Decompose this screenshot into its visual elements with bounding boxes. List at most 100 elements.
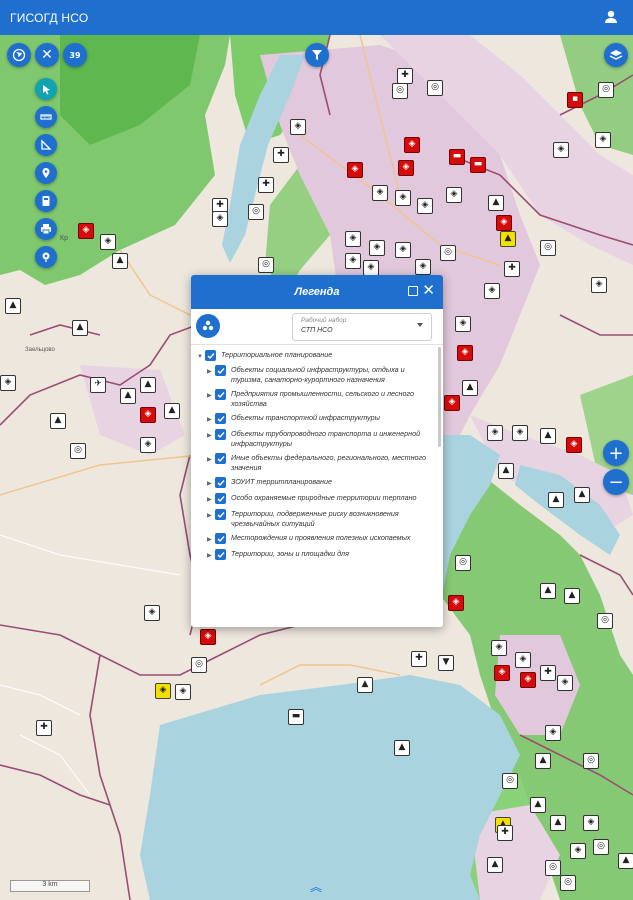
print-tool[interactable] <box>35 218 57 240</box>
chevron-right-icon[interactable]: ▶ <box>207 479 215 489</box>
map-marker[interactable]: ◎ <box>598 82 614 98</box>
tree-item[interactable]: ▶ ЗОУИТ территпланирование <box>197 477 443 489</box>
map-marker[interactable]: ◈ <box>512 425 528 441</box>
map-marker[interactable]: ▲ <box>535 753 551 769</box>
map-marker[interactable]: ◈ <box>491 640 507 656</box>
checkbox-checked[interactable] <box>215 493 226 504</box>
map-marker[interactable]: ▲ <box>120 388 136 404</box>
measure-area-tool[interactable] <box>35 134 57 156</box>
map-marker[interactable]: ◈ <box>144 605 160 621</box>
map-marker[interactable]: ◈ <box>290 119 306 135</box>
tree-root[interactable]: ▼ Территориальное планирование <box>197 350 443 365</box>
map-marker[interactable]: ◈ <box>363 260 379 276</box>
map-marker[interactable]: ◎ <box>540 240 556 256</box>
map-marker[interactable]: ◎ <box>427 80 443 96</box>
chevron-right-icon[interactable]: ▶ <box>207 415 215 425</box>
map-marker[interactable]: ▲ <box>357 677 373 693</box>
tree-item[interactable]: ▶ Особо охраняемые природные территории … <box>197 493 443 505</box>
map-marker[interactable]: ◎ <box>191 657 207 673</box>
map-marker[interactable]: ▲ <box>394 740 410 756</box>
map-marker[interactable]: ✚ <box>411 651 427 667</box>
close-tools-button[interactable]: ✕ <box>35 43 59 67</box>
map-marker[interactable]: ◎ <box>392 83 408 99</box>
map-marker[interactable]: ◈ <box>496 215 512 231</box>
tree-item[interactable]: ▶ Объекты социальной инфраструктуры, отд… <box>197 365 443 385</box>
map-marker[interactable]: ◈ <box>515 652 531 668</box>
map-marker[interactable]: ✚ <box>36 720 52 736</box>
map-marker[interactable]: ◈ <box>484 283 500 299</box>
map-marker[interactable]: ◈ <box>557 675 573 691</box>
map-marker[interactable]: ▲ <box>530 797 546 813</box>
map-marker[interactable]: ◈ <box>398 160 414 176</box>
chevron-right-icon[interactable]: ▶ <box>207 511 215 521</box>
chevron-right-icon[interactable]: ▶ <box>207 431 215 441</box>
map-marker[interactable]: ◈ <box>155 683 171 699</box>
map-marker[interactable]: ◈ <box>345 253 361 269</box>
geolocation-tool[interactable] <box>35 246 57 268</box>
save-tool[interactable] <box>35 190 57 212</box>
map-marker[interactable]: ◎ <box>593 839 609 855</box>
map-marker[interactable]: ◈ <box>0 375 16 391</box>
checkbox-checked[interactable] <box>215 533 226 544</box>
map-marker[interactable]: ▬ <box>470 157 486 173</box>
map-marker[interactable]: ◈ <box>417 198 433 214</box>
legend-scrollbar[interactable] <box>438 347 441 447</box>
map-marker[interactable]: ▲ <box>5 298 21 314</box>
map-marker[interactable]: ▲ <box>540 428 556 444</box>
zoom-out-button[interactable]: − <box>603 469 629 495</box>
map-marker[interactable]: ▲ <box>540 583 556 599</box>
map-marker[interactable]: ◈ <box>175 684 191 700</box>
tree-item[interactable]: ▶ Объекты транспортной инфраструктуры <box>197 413 443 425</box>
map-marker[interactable]: ◈ <box>455 316 471 332</box>
layers-count-button[interactable]: 39 <box>63 43 87 67</box>
tree-item[interactable]: ▶ Иные объекты федерального, регионально… <box>197 453 443 473</box>
checkbox-checked[interactable] <box>215 365 226 376</box>
map-marker[interactable]: ◈ <box>494 665 510 681</box>
map-marker[interactable]: ◈ <box>457 345 473 361</box>
checkbox-checked[interactable] <box>215 549 226 560</box>
map-marker[interactable]: ◎ <box>455 555 471 571</box>
map-marker[interactable]: ◈ <box>487 425 503 441</box>
checkbox-checked[interactable] <box>205 350 216 361</box>
map-marker[interactable]: ▬ <box>288 709 304 725</box>
map-marker[interactable]: ◈ <box>583 815 599 831</box>
map-marker[interactable]: ✚ <box>258 177 274 193</box>
chevron-right-icon[interactable]: ▶ <box>207 551 215 561</box>
map-marker[interactable]: ◈ <box>553 142 569 158</box>
map-marker[interactable]: ▲ <box>548 492 564 508</box>
map-marker[interactable]: ◈ <box>566 437 582 453</box>
map-marker[interactable]: ◎ <box>502 773 518 789</box>
map-marker[interactable]: ◈ <box>448 595 464 611</box>
map-marker[interactable]: ▲ <box>488 195 504 211</box>
maximize-icon[interactable] <box>408 286 418 296</box>
map-marker[interactable]: ◈ <box>520 672 536 688</box>
map-marker[interactable]: ✚ <box>397 68 413 84</box>
map-marker[interactable]: ◎ <box>248 204 264 220</box>
select-tool[interactable] <box>35 78 57 100</box>
tree-item[interactable]: ▶ Территории, зоны и площадки для <box>197 549 443 561</box>
chevron-right-icon[interactable]: ▶ <box>207 455 215 465</box>
checkbox-checked[interactable] <box>215 509 226 520</box>
measure-distance-tool[interactable] <box>35 106 57 128</box>
map-marker[interactable]: ◈ <box>78 223 94 239</box>
map-marker[interactable]: ✚ <box>504 261 520 277</box>
map-marker[interactable]: ▼ <box>438 655 454 671</box>
map-marker[interactable]: ▲ <box>574 487 590 503</box>
checkbox-checked[interactable] <box>215 389 226 400</box>
map-marker[interactable]: ◈ <box>372 185 388 201</box>
map-marker[interactable]: ▲ <box>498 463 514 479</box>
tree-item[interactable]: ▶ Месторождения и проявления полезных ис… <box>197 533 443 545</box>
zoom-in-button[interactable]: + <box>603 440 629 466</box>
map-marker[interactable]: ▲ <box>487 857 503 873</box>
map-marker[interactable]: ◈ <box>446 187 462 203</box>
map-marker[interactable]: ✚ <box>273 147 289 163</box>
user-icon[interactable] <box>603 9 619 25</box>
map-marker[interactable]: ▬ <box>449 149 465 165</box>
map-marker[interactable]: ◈ <box>415 259 431 275</box>
map-marker[interactable]: ◈ <box>404 137 420 153</box>
globe-button[interactable] <box>7 43 31 67</box>
basemap-button[interactable] <box>604 43 628 67</box>
chevron-right-icon[interactable]: ▶ <box>207 367 215 377</box>
map-marker[interactable]: ✚ <box>497 825 513 841</box>
working-set-select[interactable]: Рабочий набор СТП НСО <box>292 313 432 341</box>
